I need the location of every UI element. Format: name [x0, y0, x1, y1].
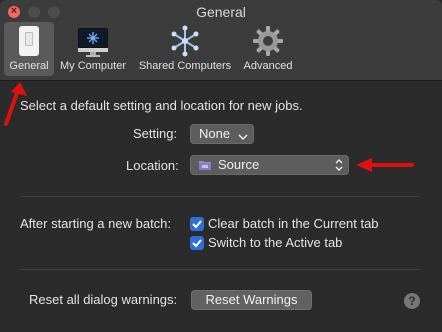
folder-icon [198, 159, 212, 174]
tab-general[interactable]: General [4, 22, 54, 76]
divider [20, 196, 420, 197]
setting-label: Setting: [133, 126, 178, 141]
chevron-down-icon [238, 129, 248, 144]
tab-my-computer[interactable]: My Computer [56, 22, 130, 76]
tab-advanced[interactable]: Advanced [240, 22, 296, 76]
tab-general-label: General [9, 60, 49, 72]
annotation-arrow-icon [4, 82, 27, 126]
cluster-icon [168, 24, 202, 61]
location-popup[interactable]: Source [190, 155, 349, 175]
monitor-icon [76, 24, 110, 61]
warnings-label: Reset all dialog warnings: [29, 292, 178, 307]
batch-label: After starting a new batch: [20, 216, 172, 231]
help-icon: ? [408, 294, 416, 308]
preferences-window: × General General My Computer Shared Com… [0, 0, 442, 332]
switch-active-label[interactable]: Switch to the Active tab [208, 235, 342, 250]
titlebar: × General General My Computer Shared Com… [0, 0, 442, 81]
annotation-arrow-icon [356, 158, 414, 172]
tab-shared-computers[interactable]: Shared Computers [134, 22, 236, 76]
reset-warnings-button[interactable]: Reset Warnings [191, 290, 312, 310]
location-value: Source [218, 157, 260, 172]
checkmark-icon [192, 239, 202, 248]
tab-advanced-label: Advanced [243, 60, 293, 72]
checkmark-icon [192, 220, 202, 229]
tab-shared-computers-label: Shared Computers [138, 60, 232, 72]
tab-my-computer-label: My Computer [59, 60, 127, 72]
switch-active-checkbox[interactable] [190, 236, 204, 250]
device-icon [16, 24, 42, 61]
help-button[interactable]: ? [404, 293, 420, 309]
gear-icon [251, 24, 285, 61]
setting-value: None [199, 126, 231, 141]
setting-popup[interactable]: None [190, 124, 254, 144]
defaults-intro: Select a default setting and location fo… [20, 98, 303, 113]
window-title: General [196, 4, 246, 20]
clear-batch-checkbox[interactable] [190, 217, 204, 231]
chevron-updown-icon [334, 157, 344, 176]
location-label: Location: [126, 158, 179, 173]
divider [20, 269, 420, 270]
clear-batch-label[interactable]: Clear batch in the Current tab [208, 216, 379, 231]
